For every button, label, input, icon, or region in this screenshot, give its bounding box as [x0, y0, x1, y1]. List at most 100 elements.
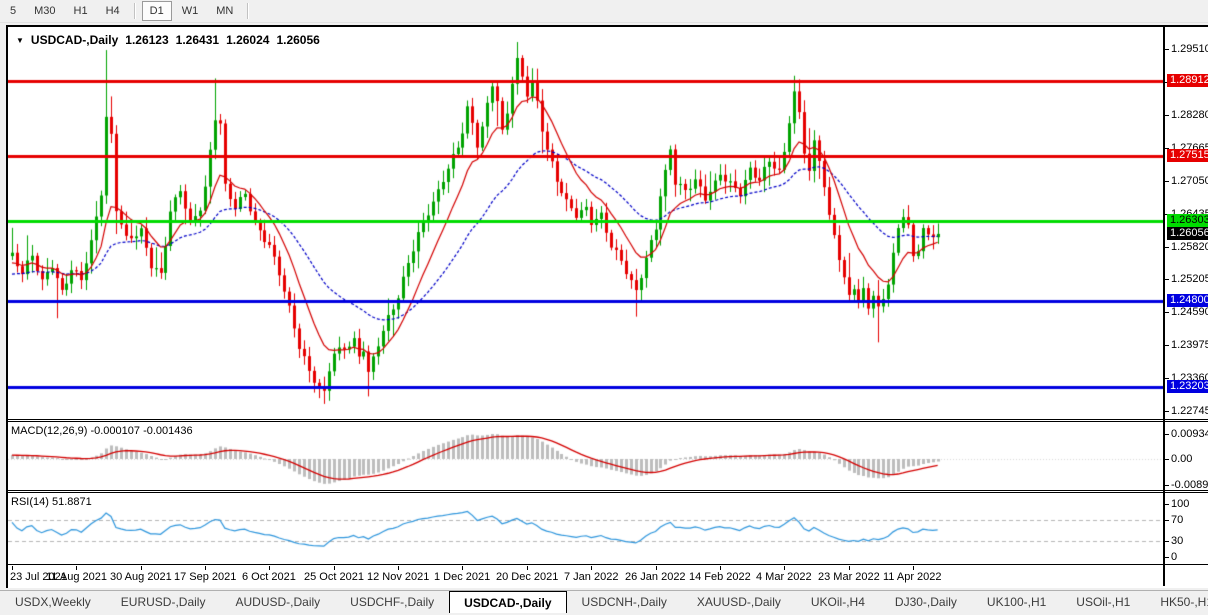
tab-usdchf-daily[interactable]: USDCHF-,Daily [335, 591, 449, 613]
axis-tick [1165, 485, 1169, 486]
date-tick [334, 566, 335, 570]
date-label: 12 Nov 2021 [367, 571, 429, 583]
rsi-axis[interactable]: 100 70 30 0 [1165, 493, 1208, 564]
tab-uk100-h1[interactable]: UK100-,H1 [972, 591, 1061, 613]
tab-eurusd-daily[interactable]: EURUSD-,Daily [106, 591, 221, 613]
axis-tick-label: 0.00 [1171, 453, 1192, 465]
timeframe-button-h4[interactable]: H4 [98, 1, 128, 21]
date-label: 25 Oct 2021 [304, 571, 364, 583]
date-tick [141, 566, 142, 570]
date-label: 26 Jan 2022 [625, 571, 686, 583]
level-price-label: 1.24800 [1167, 294, 1208, 307]
date-tick [913, 566, 914, 570]
tab-audusd-daily[interactable]: AUDUSD-,Daily [220, 591, 335, 613]
toolbar-separator [134, 3, 136, 19]
macd-panel: MACD(12,26,9) -0.000107 -0.001436 [8, 422, 1163, 490]
current-price-label: 1.26056 [1167, 227, 1208, 240]
price-chart-canvas[interactable] [8, 29, 1163, 419]
date-label: 23 Mar 2022 [818, 571, 880, 583]
axis-tick [1165, 520, 1169, 521]
axis-tick-label: 1.25820 [1171, 241, 1208, 253]
macd-axis[interactable]: 0.009345 0.00 -0.008902 [1165, 422, 1208, 490]
level-price-label: 1.28912 [1167, 74, 1208, 87]
date-tick [398, 566, 399, 570]
axis-tick [1165, 459, 1169, 460]
tab-hk50-h1[interactable]: HK50-,H1 [1145, 591, 1208, 613]
axis-tick [1165, 411, 1169, 412]
axis-tick-label: -0.008902 [1171, 479, 1208, 490]
ohlc-high: 1.26431 [176, 33, 219, 47]
axis-tick-label: 0.009345 [1171, 428, 1208, 440]
date-tick [12, 566, 13, 570]
rsi-canvas[interactable] [8, 493, 1163, 564]
axis-tick-label: 1.24590 [1171, 306, 1208, 318]
timeframe-button-d1[interactable]: D1 [142, 1, 172, 21]
trading-terminal: 5M30H1H4 D1W1MN ▼ USDCAD-,Daily 1.26123 1… [0, 0, 1208, 615]
axis-tick-label: 1.28280 [1171, 109, 1208, 121]
timeframe-button-h1[interactable]: H1 [66, 1, 96, 21]
collapse-triangle-icon[interactable]: ▼ [16, 36, 24, 45]
date-label: 11 Aug 2021 [46, 571, 107, 583]
axis-tick [1165, 312, 1169, 313]
date-axis[interactable]: 23 Jul 202111 Aug 202130 Aug 202117 Sep … [8, 566, 1208, 588]
axis-tick [1165, 378, 1169, 379]
axis-tick [1165, 115, 1169, 116]
tab-usoil-h1[interactable]: USOil-,H1 [1061, 591, 1145, 613]
tab-xauusd-daily[interactable]: XAUUSD-,Daily [682, 591, 796, 613]
axis-tick [1165, 279, 1169, 280]
axis-tick [1165, 181, 1169, 182]
date-tick [849, 566, 850, 570]
price-axis[interactable]: 1.295101.288951.282801.276651.270501.264… [1165, 29, 1208, 419]
date-tick [462, 566, 463, 570]
date-label: 1 Dec 2021 [434, 571, 490, 583]
date-tick [527, 566, 528, 570]
date-label: 14 Feb 2022 [689, 571, 751, 583]
timeframe-button-m30[interactable]: M30 [26, 1, 63, 21]
axis-tick [1165, 49, 1169, 50]
axis-tick [1165, 504, 1169, 505]
date-label: 20 Dec 2021 [496, 571, 558, 583]
date-label: 4 Mar 2022 [756, 571, 812, 583]
axis-tick-label: 30 [1171, 535, 1183, 547]
date-label: 11 Apr 2022 [883, 571, 942, 583]
date-tick [784, 566, 785, 570]
axis-tick-label: 0 [1171, 551, 1177, 563]
date-label: 6 Oct 2021 [242, 571, 296, 583]
axis-tick [1165, 247, 1169, 248]
tab-dj30-daily[interactable]: DJ30-,Daily [880, 591, 972, 613]
tab-usdx-weekly[interactable]: USDX,Weekly [0, 591, 106, 613]
axis-tick-label: 1.23975 [1171, 339, 1208, 351]
timeframe-button-mn[interactable]: MN [208, 1, 241, 21]
date-tick [591, 566, 592, 570]
chart-title: ▼ USDCAD-,Daily 1.26123 1.26431 1.26024 … [16, 33, 320, 47]
ohlc-close: 1.26056 [276, 33, 319, 47]
axis-tick [1165, 434, 1169, 435]
date-label: 17 Sep 2021 [174, 571, 236, 583]
chart-tab-bar: USDX,WeeklyEURUSD-,DailyAUDUSD-,DailyUSD… [0, 590, 1208, 613]
tab-usdcnh-daily[interactable]: USDCNH-,Daily [567, 591, 682, 613]
ohlc-low: 1.26024 [226, 33, 269, 47]
date-tick [656, 566, 657, 570]
tab-usdcad-daily[interactable]: USDCAD-,Daily [449, 591, 566, 613]
date-label: 30 Aug 2021 [110, 571, 172, 583]
axis-tick-label: 100 [1171, 498, 1189, 510]
axis-tick-label: 1.27050 [1171, 175, 1208, 187]
axis-tick-label: 1.22745 [1171, 405, 1208, 417]
tab-ukoil-h4[interactable]: UKOil-,H4 [796, 591, 880, 613]
timeframe-button-5[interactable]: 5 [2, 1, 24, 21]
axis-tick-label: 70 [1171, 514, 1183, 526]
date-tick [205, 566, 206, 570]
chart-symbol: USDCAD-,Daily [31, 33, 118, 47]
timeframe-toolbar: 5M30H1H4 D1W1MN [0, 0, 1208, 23]
date-tick [76, 566, 77, 570]
chart-window: ▼ USDCAD-,Daily 1.26123 1.26431 1.26024 … [6, 25, 1208, 588]
date-label: 7 Jan 2022 [564, 571, 618, 583]
axis-tick [1165, 557, 1169, 558]
date-tick [720, 566, 721, 570]
level-price-label: 1.26303 [1167, 214, 1208, 227]
axis-tick [1165, 345, 1169, 346]
level-price-label: 1.23203 [1167, 380, 1208, 393]
timeframe-button-w1[interactable]: W1 [174, 1, 207, 21]
level-price-label: 1.27515 [1167, 149, 1208, 162]
axis-tick-label: 1.25205 [1171, 273, 1208, 285]
